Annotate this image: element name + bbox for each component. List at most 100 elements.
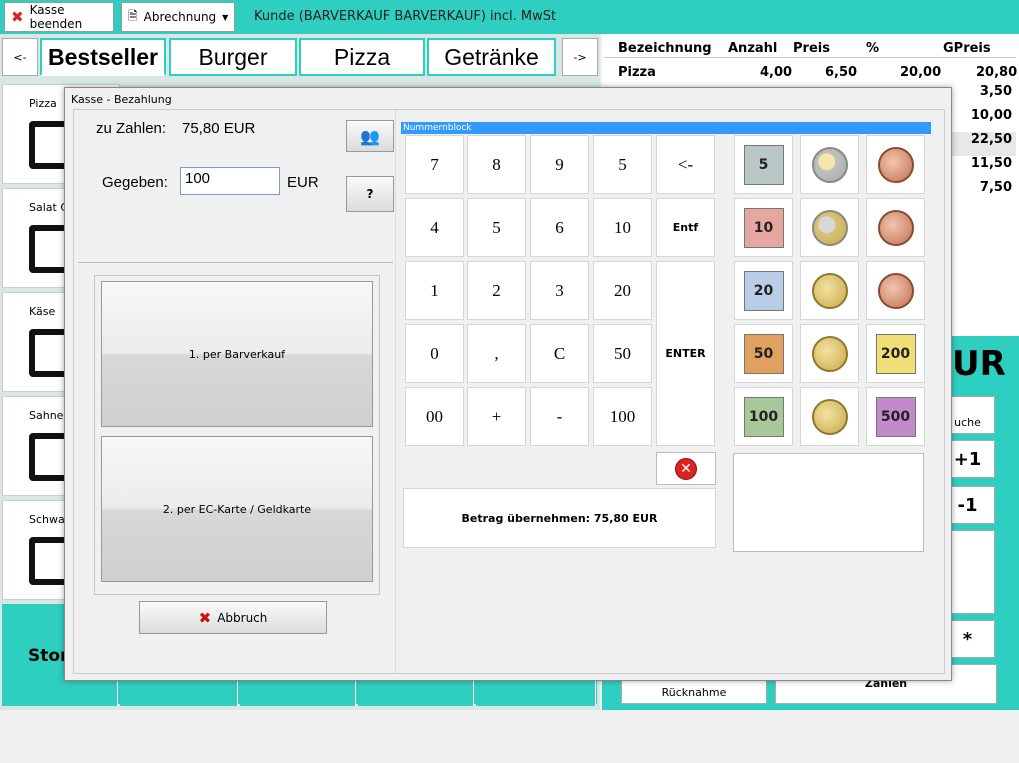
key-2[interactable]: 2 [467,261,526,320]
kasse-beenden-label: Kasse beenden [29,3,83,31]
col-bezeichnung: Bezeichnung [618,41,712,56]
key-6[interactable]: 6 [530,198,589,257]
pay-barverkauf-button[interactable]: 1. per Barverkauf [101,281,373,427]
col-gpreis: GPreis [943,41,991,56]
customer-button[interactable]: 👥 [346,120,394,152]
coin-1-euro-icon [811,146,848,183]
bottom-button[interactable] [358,680,474,706]
pay-ec-karte-button[interactable]: 2. per EC-Karte / Geldkarte [101,436,373,582]
key-00[interactable]: 00 [405,387,464,446]
col-prozent: % [866,41,880,56]
zu-zahlen-value: 75,80 EUR [182,120,256,137]
clear-amount-button[interactable]: ✕ [656,452,716,485]
banknote-20-icon: 20 [743,270,784,311]
note-200-button[interactable]: 200 [866,324,925,383]
bottom-button[interactable] [476,680,596,706]
coin-10-cent-button[interactable] [800,387,859,446]
coin-1-cent-icon [877,272,914,309]
coin-20-cent-button[interactable] [800,324,859,383]
key-9[interactable]: 9 [530,135,589,194]
key-minus[interactable]: - [530,387,589,446]
abbruch-button[interactable]: ✖ Abbruch [139,601,327,634]
note-10-button[interactable]: 10 [734,198,793,257]
key-amount-20[interactable]: 20 [593,261,652,320]
help-button[interactable]: ? [346,176,394,212]
key-8[interactable]: 8 [467,135,526,194]
close-icon: ✖ [11,8,24,26]
bottom-button[interactable] [2,680,118,706]
tab-bestseller[interactable]: Bestseller [40,38,166,76]
key-plus[interactable]: + [467,387,526,446]
tab-burger[interactable]: Burger [169,38,297,76]
cell-prozent: 20,00 [900,65,942,80]
table-row[interactable]: Pizza 4,00 6,50 20,00 20,80 [604,60,1017,84]
key-clear[interactable]: C [530,324,589,383]
bottom-button[interactable] [120,680,238,706]
gegeben-input[interactable]: 100 [180,167,280,195]
key-backspace[interactable]: <- [656,135,715,194]
coin-2-cent-button[interactable] [866,198,925,257]
kasse-beenden-button[interactable]: ✖ Kasse beenden [4,2,114,32]
key-comma[interactable]: , [467,324,526,383]
coin-1-cent-button[interactable] [866,261,925,320]
numblock-header: Nummernblock [401,122,931,134]
col-preis: Preis [793,41,830,56]
dialog-body: zu Zahlen: 75,80 EUR 👥 ? Gegeben: 100 EU… [73,109,945,674]
betrag-value: 75,80 EUR [593,511,658,525]
suche-label: uche [954,415,981,429]
key-amount-10[interactable]: 10 [593,198,652,257]
info-box [733,453,924,552]
banknote-50-icon: 50 [743,333,784,374]
cell-preis: 6,50 [825,65,858,80]
note-50-button[interactable]: 50 [734,324,793,383]
key-0[interactable]: 0 [405,324,464,383]
coin-2-cent-icon [877,209,914,246]
cell-gpreis: 22,50 [944,132,1016,156]
key-5[interactable]: 5 [467,198,526,257]
cell-gpreis: 11,50 [970,156,1012,171]
next-category-button[interactable]: -> [562,38,598,76]
bottom-button[interactable] [240,680,356,706]
coin-5-cent-button[interactable] [866,135,925,194]
tab-getraenke[interactable]: Getränke [427,38,556,76]
people-icon: 👥 [360,126,380,146]
prev-category-button[interactable]: <- [2,38,38,76]
betrag-label: Betrag übernehmen: [461,511,591,525]
banknote-10-icon: 10 [743,207,784,248]
key-amount-5[interactable]: 5 [593,135,652,194]
ruecknahme-button[interactable]: Rücknahme [621,680,767,704]
key-7[interactable]: 7 [405,135,464,194]
help-icon: ? [366,187,374,201]
tab-pizza[interactable]: Pizza [299,38,425,76]
note-100-button[interactable]: 100 [734,387,793,446]
coin-10-cent-icon [811,398,848,435]
coin-50-cent-button[interactable] [800,261,859,320]
note-5-button[interactable]: 5 [734,135,793,194]
payment-options-box: 1. per Barverkauf 2. per EC-Karte / Geld… [94,275,380,595]
note-500-button[interactable]: 500 [866,387,925,446]
key-entf[interactable]: Entf [656,198,715,257]
key-1[interactable]: 1 [405,261,464,320]
key-3[interactable]: 3 [530,261,589,320]
gegeben-currency: EUR [287,174,319,191]
payment-dialog: Kasse - Bezahlung zu Zahlen: 75,80 EUR 👥… [64,87,952,681]
col-anzahl: Anzahl [728,41,778,56]
gegeben-label: Gegeben: [102,174,168,191]
banknote-5-icon: 5 [743,144,784,185]
abrechnung-label: Abrechnung [143,10,217,24]
cell-gpreis: 10,00 [970,108,1012,123]
key-4[interactable]: 4 [405,198,464,257]
key-amount-100[interactable]: 100 [593,387,652,446]
abrechnung-dropdown[interactable]: 🗎 Abrechnung ▼ [121,2,235,32]
key-amount-50[interactable]: 50 [593,324,652,383]
coin-1-euro-button[interactable] [800,135,859,194]
coin-50-cent-icon [811,272,848,309]
betrag-uebernehmen-button[interactable]: Betrag übernehmen: 75,80 EUR [403,488,716,548]
abbruch-label: Abbruch [217,610,268,625]
key-enter[interactable]: ENTER [656,261,715,446]
zu-zahlen-label: zu Zahlen: [96,120,167,137]
note-20-button[interactable]: 20 [734,261,793,320]
coin-2-euro-button[interactable] [800,198,859,257]
window-title: Kunde (BARVERKAUF BARVERKAUF) incl. MwSt [254,9,557,24]
product-label: Pizza [29,97,57,110]
